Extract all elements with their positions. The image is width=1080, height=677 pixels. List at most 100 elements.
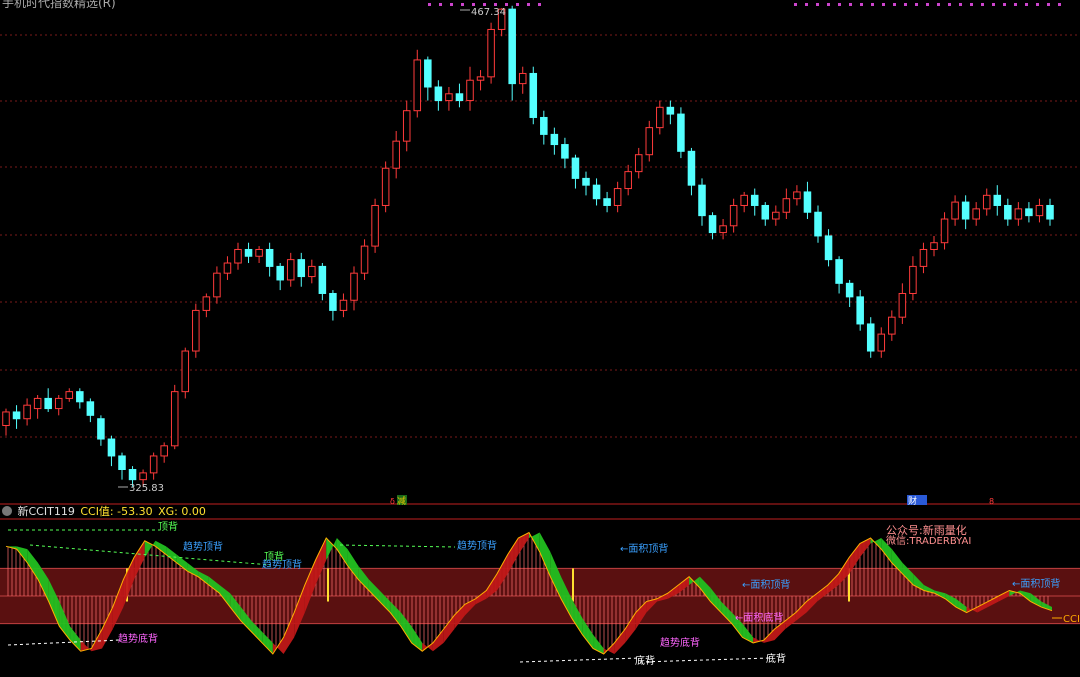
candle-body[interactable] — [286, 259, 295, 281]
candle-body[interactable] — [23, 404, 31, 420]
candle-body[interactable] — [466, 79, 474, 102]
candle-body[interactable] — [170, 391, 179, 447]
candle-body[interactable] — [666, 106, 675, 115]
candle-body[interactable] — [624, 171, 632, 190]
candle-body[interactable] — [2, 411, 10, 426]
candle-body[interactable] — [360, 245, 369, 274]
candle-body[interactable] — [898, 292, 907, 318]
candle-body[interactable] — [476, 76, 485, 81]
candle-body[interactable] — [729, 204, 738, 227]
candle-body[interactable] — [1014, 208, 1023, 220]
candle-body[interactable] — [814, 211, 822, 237]
candle-body[interactable] — [603, 198, 611, 206]
candle-body[interactable] — [582, 177, 590, 186]
candle-body[interactable] — [329, 292, 337, 311]
candle-body[interactable] — [149, 455, 158, 474]
candle-body[interactable] — [529, 72, 538, 118]
candle-body[interactable] — [297, 259, 306, 278]
candle-body[interactable] — [940, 218, 949, 244]
candle-body[interactable] — [993, 194, 1002, 206]
candle-body[interactable] — [835, 259, 843, 284]
candle-body[interactable] — [719, 225, 727, 234]
candle-body[interactable] — [803, 191, 812, 213]
candle-body[interactable] — [508, 8, 516, 85]
candle-body[interactable] — [128, 468, 137, 481]
candle-body[interactable] — [613, 188, 622, 206]
candle-body[interactable] — [487, 28, 495, 78]
candle-body[interactable] — [982, 194, 991, 210]
candle-body[interactable] — [645, 127, 654, 156]
candle-body[interactable] — [919, 248, 928, 267]
candle-body[interactable] — [540, 116, 548, 135]
candle-body[interactable] — [86, 401, 95, 416]
candle-body[interactable] — [339, 299, 348, 311]
candles[interactable] — [2, 5, 1054, 487]
candle-body[interactable] — [445, 93, 453, 102]
candle-body[interactable] — [687, 150, 696, 186]
candle-body[interactable] — [244, 248, 253, 257]
candle-body[interactable] — [181, 350, 190, 393]
candle-body[interactable] — [909, 265, 917, 294]
candle-body[interactable] — [276, 265, 284, 281]
indicator-name[interactable]: 新CCIT119 — [18, 505, 75, 518]
candle-body[interactable] — [571, 157, 580, 179]
candle-body[interactable] — [550, 133, 559, 146]
candle-body[interactable] — [455, 93, 464, 102]
candle-body[interactable] — [951, 201, 959, 220]
candle-body[interactable] — [424, 59, 432, 88]
candle-body[interactable] — [65, 391, 74, 399]
candle-body[interactable] — [213, 272, 221, 298]
candle-body[interactable] — [761, 204, 770, 220]
candle-body[interactable] — [708, 215, 717, 234]
candle-body[interactable] — [139, 472, 147, 481]
candle-body[interactable] — [234, 248, 242, 264]
indicator-settings-icon[interactable] — [2, 506, 12, 516]
candle-body[interactable] — [223, 262, 232, 274]
candle-body[interactable] — [118, 455, 126, 470]
candle-body[interactable] — [54, 397, 63, 410]
candle-body[interactable] — [561, 144, 569, 159]
candle-body[interactable] — [961, 201, 970, 220]
indicator-header[interactable]: 新CCIT119 CCI值: -53.30 XG: 0.00 — [2, 505, 208, 519]
candle-body[interactable] — [677, 113, 685, 152]
candle-body[interactable] — [97, 418, 105, 440]
candle-body[interactable] — [255, 248, 263, 257]
candle-body[interactable] — [12, 411, 21, 420]
candle-body[interactable] — [866, 323, 875, 352]
candle-body[interactable] — [930, 242, 938, 250]
candle-body[interactable] — [402, 110, 411, 142]
candle-body[interactable] — [888, 316, 896, 335]
event-marker-group[interactable]: 减 δ 财 8 — [390, 495, 994, 507]
candle-body[interactable] — [413, 59, 422, 112]
candle-body[interactable] — [1004, 204, 1012, 220]
candle-body[interactable] — [856, 296, 864, 325]
candle-body[interactable] — [877, 333, 886, 352]
candle-body[interactable] — [76, 391, 84, 403]
candle-body[interactable] — [192, 309, 200, 352]
candle-body[interactable] — [845, 282, 854, 298]
candle-body[interactable] — [824, 235, 833, 261]
candle-body[interactable] — [33, 397, 42, 410]
candle-body[interactable] — [308, 265, 316, 278]
event-marker-reduce[interactable]: 减 — [397, 495, 406, 507]
candle-body[interactable] — [740, 194, 748, 206]
candle-body[interactable] — [782, 198, 791, 213]
candle-body[interactable] — [1046, 204, 1054, 220]
event-marker-finance[interactable]: 财 — [908, 495, 917, 507]
candle-body[interactable] — [698, 184, 706, 217]
candle-body[interactable] — [518, 72, 527, 85]
candle-body[interactable] — [750, 194, 759, 206]
candle-body[interactable] — [107, 438, 116, 457]
candle-body[interactable] — [772, 211, 780, 220]
candle-body[interactable] — [160, 445, 168, 457]
candle-body[interactable] — [793, 191, 801, 200]
candle-body[interactable] — [392, 140, 400, 169]
candle-body[interactable] — [265, 248, 274, 267]
candle-body[interactable] — [592, 184, 601, 200]
candle-body[interactable] — [434, 86, 443, 102]
candle-body[interactable] — [634, 154, 643, 173]
candle-body[interactable] — [371, 204, 379, 247]
candle-body[interactable] — [202, 296, 211, 311]
candle-body[interactable] — [350, 272, 358, 301]
candle-body[interactable] — [318, 265, 327, 294]
